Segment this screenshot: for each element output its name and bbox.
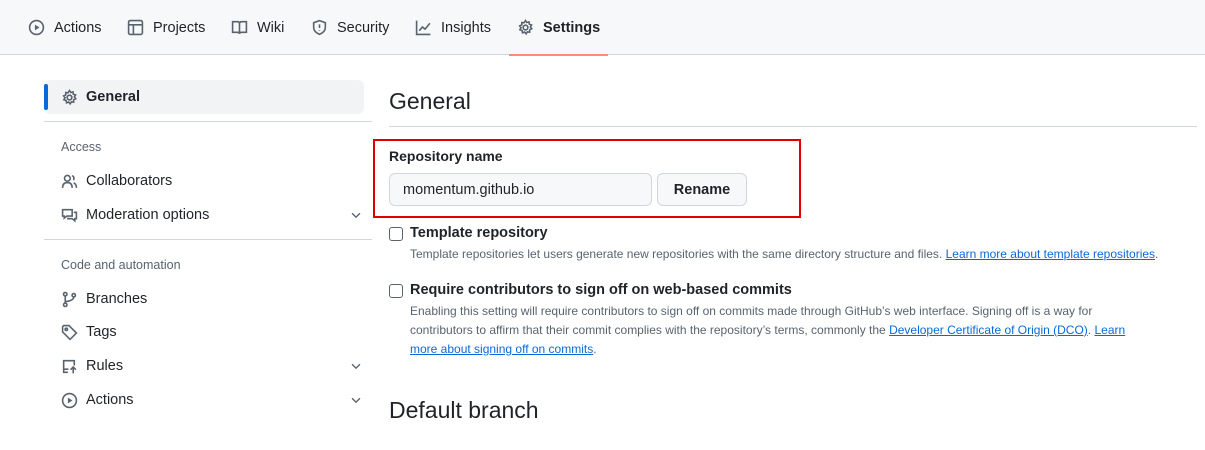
play-circle-icon bbox=[28, 19, 45, 36]
sidebar-item-label: General bbox=[86, 89, 140, 105]
sign-off-checkbox[interactable] bbox=[389, 284, 403, 298]
desc-text: Template repositories let users generate… bbox=[410, 247, 946, 261]
people-icon bbox=[61, 174, 78, 188]
default-branch-title: Default branch bbox=[389, 397, 539, 423]
sidebar-item-label: Actions bbox=[86, 392, 134, 408]
graph-icon bbox=[415, 20, 431, 36]
tab-label: Wiki bbox=[257, 19, 285, 36]
sidebar-item-rules[interactable]: Rules bbox=[61, 354, 361, 378]
sidebar-item-label: Branches bbox=[86, 291, 148, 307]
sidebar-item-label: Collaborators bbox=[86, 173, 173, 189]
tab-security[interactable]: Security bbox=[311, 0, 389, 55]
active-indicator bbox=[44, 84, 48, 110]
tab-label: Projects bbox=[153, 19, 206, 36]
repo-nav: Actions Projects Wiki Security Insights … bbox=[0, 0, 1205, 56]
play-circle-icon bbox=[61, 392, 78, 408]
sidebar-item-label: Rules bbox=[86, 358, 124, 374]
sidebar-item-tags[interactable]: Tags bbox=[61, 320, 361, 344]
tag-icon bbox=[61, 324, 78, 341]
divider bbox=[44, 239, 372, 240]
page-title: General bbox=[389, 88, 471, 114]
sidebar-item-collaborators[interactable]: Collaborators bbox=[61, 169, 361, 193]
table-icon bbox=[127, 19, 144, 36]
shield-icon bbox=[312, 19, 327, 36]
tab-insights[interactable]: Insights bbox=[415, 0, 491, 55]
gear-icon bbox=[62, 88, 77, 105]
sidebar-item-general[interactable]: General bbox=[44, 80, 364, 114]
sidebar-item-moderation-options[interactable]: Moderation options bbox=[61, 203, 361, 227]
tab-label: Insights bbox=[441, 19, 491, 36]
repository-name-label: Repository name bbox=[389, 148, 503, 164]
active-tab-underline bbox=[509, 54, 609, 56]
sidebar-item-label: Moderation options bbox=[86, 207, 210, 223]
sidebar-item-branches[interactable]: Branches bbox=[61, 287, 361, 311]
repo-push-icon bbox=[62, 359, 77, 373]
comment-discussion-icon bbox=[61, 208, 78, 222]
settings-sidebar: General Access Collaborators Moderation … bbox=[44, 80, 372, 408]
desc-text: contributors to affirm that their commit… bbox=[410, 323, 890, 337]
desc-text: . bbox=[593, 342, 597, 356]
sidebar-group-code-automation: Code and automation bbox=[61, 258, 181, 272]
chevron-down-icon[interactable] bbox=[349, 393, 363, 407]
gear-icon bbox=[518, 19, 533, 36]
tab-actions[interactable]: Actions bbox=[28, 0, 102, 55]
tab-label: Security bbox=[337, 19, 390, 36]
learn-more-signoff-link-end[interactable]: more about signing off on commits bbox=[410, 342, 593, 356]
divider bbox=[44, 121, 372, 122]
sign-off-title: Require contributors to sign off on web-… bbox=[410, 282, 792, 298]
sidebar-item-label: Tags bbox=[86, 324, 117, 340]
chevron-down-icon[interactable] bbox=[349, 208, 363, 222]
template-repository-checkbox[interactable] bbox=[389, 227, 403, 241]
repository-name-input[interactable] bbox=[389, 173, 652, 206]
learn-more-signoff-link-start[interactable]: Learn bbox=[1094, 323, 1125, 337]
desc-line: more about signing off on commits. bbox=[410, 340, 1125, 359]
sidebar-group-access: Access bbox=[61, 140, 102, 154]
chevron-down-icon[interactable] bbox=[349, 359, 363, 373]
template-repository-title: Template repository bbox=[410, 225, 548, 241]
learn-more-template-link[interactable]: Learn more about template repositories bbox=[946, 247, 1155, 261]
tab-projects[interactable]: Projects bbox=[127, 0, 205, 55]
rename-button[interactable]: Rename bbox=[657, 173, 747, 206]
template-repository-description: Template repositories let users generate… bbox=[410, 245, 1158, 264]
tab-label: Settings bbox=[543, 19, 601, 36]
sidebar-item-actions[interactable]: Actions bbox=[61, 388, 361, 412]
sign-off-description: Enabling this setting will require contr… bbox=[410, 302, 1125, 359]
tab-settings[interactable]: Settings bbox=[509, 0, 609, 56]
tab-wiki[interactable]: Wiki bbox=[231, 0, 284, 55]
desc-line: contributors to affirm that their commit… bbox=[410, 321, 1125, 340]
title-divider bbox=[389, 126, 1197, 127]
tab-label: Actions bbox=[54, 19, 102, 36]
dco-link[interactable]: Developer Certificate of Origin (DCO) bbox=[889, 323, 1088, 337]
desc-line: Enabling this setting will require contr… bbox=[410, 304, 1093, 318]
git-branch-icon bbox=[62, 291, 77, 307]
book-icon bbox=[231, 20, 248, 34]
desc-text: . bbox=[1155, 247, 1159, 261]
